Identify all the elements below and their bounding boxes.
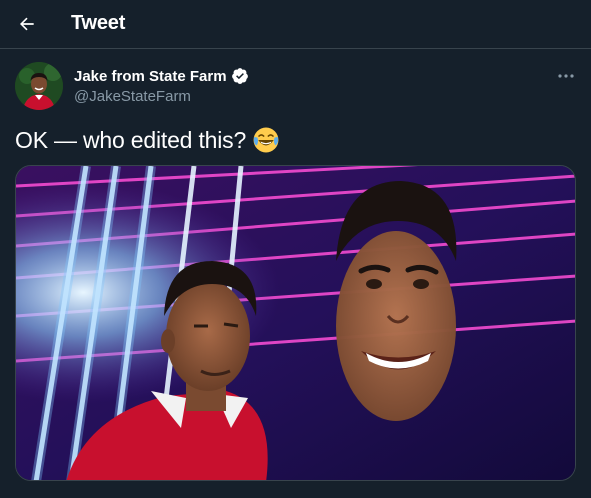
back-button[interactable] — [9, 6, 45, 42]
verified-badge-icon — [231, 68, 248, 84]
more-options-button[interactable] — [552, 62, 580, 90]
tears-of-joy-emoji-icon — [253, 127, 279, 153]
author-name[interactable]: Jake from State Farm — [74, 67, 249, 85]
avatar-image — [15, 62, 63, 110]
back-arrow-icon — [20, 17, 34, 31]
page-title: Tweet — [71, 12, 126, 34]
top-bar: Tweet — [0, 0, 591, 49]
more-dots-icon — [558, 74, 574, 78]
author-handle[interactable]: @JakeStateFarm — [74, 88, 191, 105]
tweet-text: OK — who edited this? — [15, 126, 280, 154]
avatar[interactable] — [15, 62, 63, 110]
retro-neon-portrait-image — [16, 166, 575, 480]
tweet-body: OK — who edited this? — [15, 127, 247, 153]
author-display-name[interactable]: Jake from State Farm — [74, 68, 227, 85]
tweet-media-image[interactable] — [15, 165, 576, 481]
